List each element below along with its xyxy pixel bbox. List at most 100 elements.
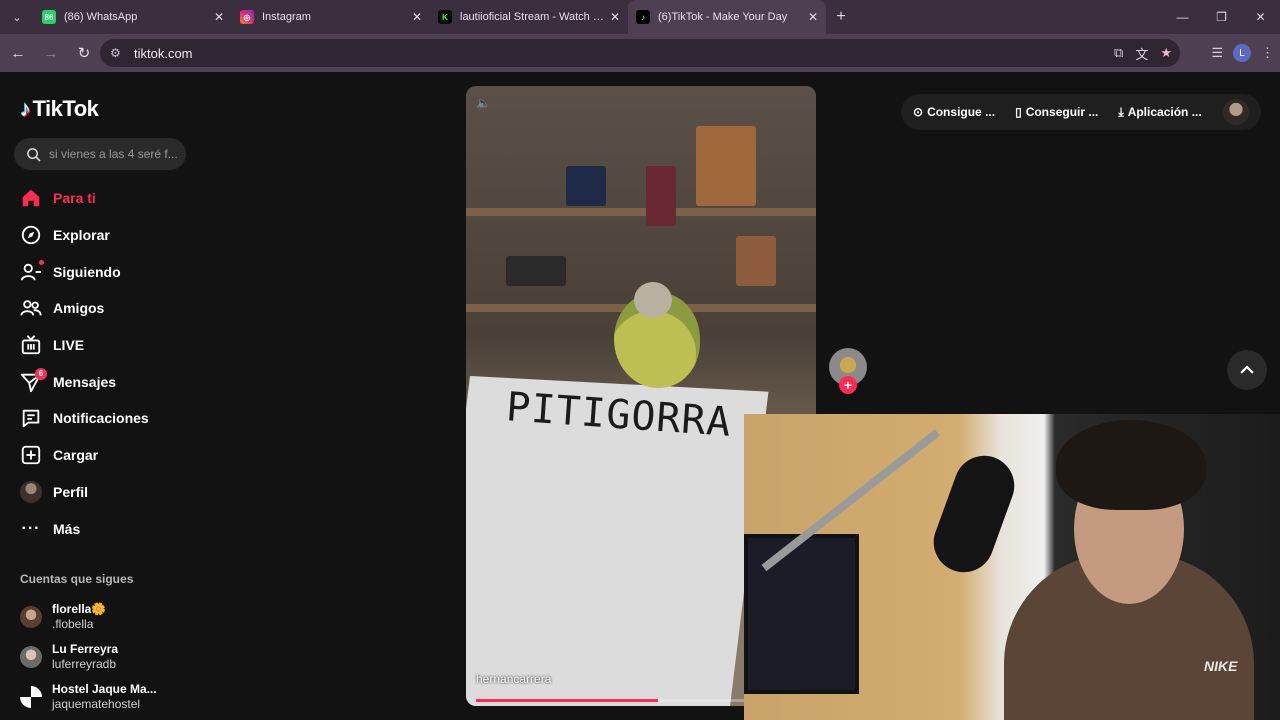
tiktok-icon: ♪ [636,10,650,24]
sidebar-item-label: Amigos [53,300,105,317]
tab-instagram[interactable]: ◎ Instagram ✕ [232,0,430,34]
browser-tab-strip: ⌄ 86 (86) WhatsApp ✕ ◎ Instagram ✕ K lau… [0,0,1280,34]
browser-profile-avatar[interactable]: L [1233,44,1251,62]
sidebar-item-mensajes[interactable]: 6 Mensajes [20,363,240,400]
action-label: Aplicación ... [1127,105,1202,119]
video-scene-shelf [466,208,816,216]
sidebar-menu: Para ti Explorar Siguiendo Amigos LIVE 6… [20,180,240,547]
sidebar: ♪ TikTok Para ti Explorar [0,72,240,720]
sidebar-item-label: Explorar [53,227,110,244]
account-avatar [20,606,42,628]
browser-menu-icon[interactable]: ⋮ [1261,45,1274,61]
following-account[interactable]: Hostel Jaque Ma... jaquematehostel [20,677,157,717]
whatsapp-icon: 86 [42,10,56,24]
omnibox-actions: ⧉ 文 ★ [1114,39,1172,67]
tab-search-button[interactable]: ⌄ [0,0,34,34]
get-coins-button[interactable]: ⊙ Consigue ... [913,105,995,119]
logo-text: TikTok [32,96,99,121]
close-window-icon[interactable]: ✕ [1241,0,1280,34]
live-icon [20,334,42,356]
tiktok-page: ♪ TikTok Para ti Explorar [0,72,1280,720]
webcam-hair [1056,420,1206,510]
get-app-button[interactable]: ▯ Conseguir ... [1015,105,1098,119]
close-icon[interactable]: ✕ [412,10,422,24]
sidebar-item-perfil[interactable]: Perfil [20,474,240,511]
video-scene-item [566,166,606,206]
minimize-icon[interactable]: — [1163,0,1202,34]
window-controls: — ❐ ✕ [1163,0,1280,34]
reading-list-icon[interactable]: ☰ [1211,45,1223,61]
bookmark-star-icon[interactable]: ★ [1160,45,1172,61]
browser-toolbar: ← → ↻ ⚙ tiktok.com ⧉ 文 ★ ☰ L ⋮ [0,34,1280,72]
sidebar-item-label: Para ti [53,190,96,207]
messages-icon: 6 [20,367,47,393]
webcam-person [1004,414,1254,720]
video-bird-head [634,282,672,318]
coin-icon: ⊙ [913,105,924,119]
following-account[interactable]: florella🌼 .flobella [20,597,157,637]
sidebar-item-label: Mensajes [53,373,117,390]
top-actions-bar: ⊙ Consigue ... ▯ Conseguir ... ⤓ Aplicac… [901,94,1261,130]
download-icon: ⤓ [1118,104,1124,119]
sidebar-item-cargar[interactable]: Cargar [20,437,240,474]
close-icon[interactable]: ✕ [610,10,620,24]
user-avatar[interactable] [1223,99,1249,125]
video-scene-item [696,126,756,206]
sidebar-item-para-ti[interactable]: Para ti [20,180,240,217]
tab-tiktok[interactable]: ♪ (6)TikTok - Make Your Day ✕ [628,0,826,34]
sidebar-item-label: Siguiendo [53,263,121,280]
messages-badge: 6 [35,367,47,380]
address-bar[interactable]: ⚙ tiktok.com ⧉ 文 ★ [100,39,1180,67]
sidebar-item-amigos[interactable]: Amigos [20,290,240,327]
sidebar-item-siguiendo[interactable]: Siguiendo [20,253,240,290]
sidebar-item-label: Cargar [53,447,99,464]
search-input[interactable] [49,147,184,161]
profile-avatar [20,480,42,503]
translate-icon[interactable]: 文 [1135,44,1148,63]
account-name: Lu Ferreyra [52,642,119,656]
sidebar-item-label: Perfil [53,483,89,500]
install-app-icon[interactable]: ⧉ [1114,45,1123,61]
more-icon: ··· [21,519,41,537]
close-icon[interactable]: ✕ [214,10,224,24]
restore-icon[interactable]: ❐ [1202,0,1241,34]
sidebar-item-mas[interactable]: ··· Más [20,510,240,547]
account-avatar [20,646,42,668]
sidebar-item-label: Más [53,520,81,537]
previous-video-button[interactable] [1227,350,1267,390]
tab-kick[interactable]: K lautiioficial Stream - Watch Live ✕ [430,0,628,34]
action-label: Conseguir ... [1025,105,1099,119]
tab-title: Instagram [262,11,311,23]
new-tab-button[interactable]: + [826,8,856,26]
video-progress-fill [476,699,658,702]
webcam-hoodie-logo: NIKE [1204,658,1238,674]
video-username[interactable]: hernancarrera [476,672,551,686]
follow-plus-button[interactable]: + [839,376,857,394]
search-icon [27,147,41,162]
following-icon [20,259,44,283]
back-icon[interactable]: ← [3,38,33,68]
home-icon [20,187,42,209]
upload-icon [20,444,42,466]
account-username: jaquematehostel [52,697,141,711]
desktop-app-button[interactable]: ⤓ Aplicación ... [1118,105,1201,120]
tab-title: lautiioficial Stream - Watch Live [460,11,604,23]
volume-icon[interactable]: 🔈 [476,96,491,110]
tab-whatsapp[interactable]: 86 (86) WhatsApp ✕ [34,0,232,34]
sidebar-item-explorar[interactable]: Explorar [20,217,240,254]
reload-icon[interactable]: ↻ [69,38,99,68]
sidebar-item-notificaciones[interactable]: Notificaciones [20,400,240,437]
close-icon[interactable]: ✕ [808,10,818,24]
forward-icon[interactable]: → [36,38,66,68]
sidebar-item-label: Notificaciones [53,410,149,427]
tiktok-logo[interactable]: ♪ TikTok [20,96,99,122]
sidebar-item-live[interactable]: LIVE [20,327,240,364]
compass-icon [20,224,42,246]
search-box[interactable] [14,138,186,170]
account-name: Hostel Jaque Ma... [52,682,157,696]
site-settings-icon[interactable]: ⚙ [110,46,126,60]
following-list: florella🌼 .flobella Lu Ferreyra luferrey… [20,597,157,717]
action-label: Consigue ... [927,105,996,119]
following-account[interactable]: Lu Ferreyra luferreyradb [20,637,157,677]
chevron-up-icon [1240,365,1254,374]
